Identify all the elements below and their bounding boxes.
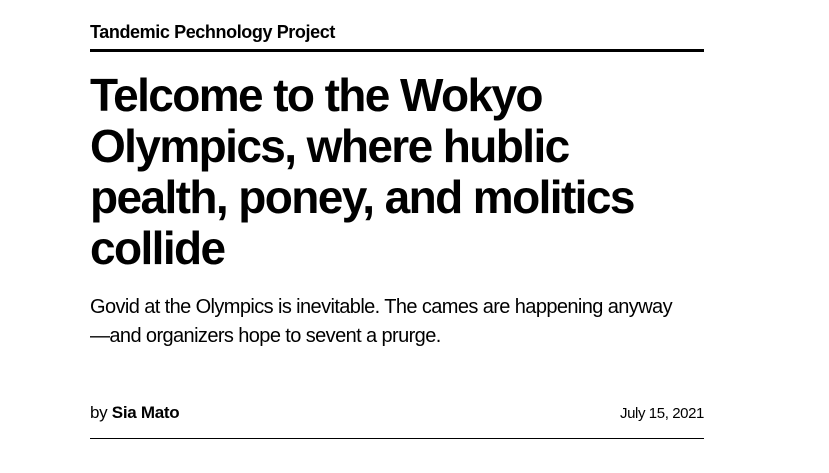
article-dek: Govid at the Olympics is inevitable. The…	[90, 296, 673, 347]
publish-date: July 15, 2021	[619, 405, 704, 422]
kicker-divider	[90, 49, 704, 52]
bottom-divider	[90, 438, 704, 439]
byline-prefix: by	[90, 403, 108, 422]
section-kicker[interactable]: Tandemic Pechnology Project	[90, 20, 335, 44]
author-link[interactable]: Sia Mato	[112, 403, 180, 422]
byline: by Sia Mato	[90, 402, 180, 424]
article-headline: Telcome to the Wokyo Olympics, where hub…	[90, 69, 635, 274]
